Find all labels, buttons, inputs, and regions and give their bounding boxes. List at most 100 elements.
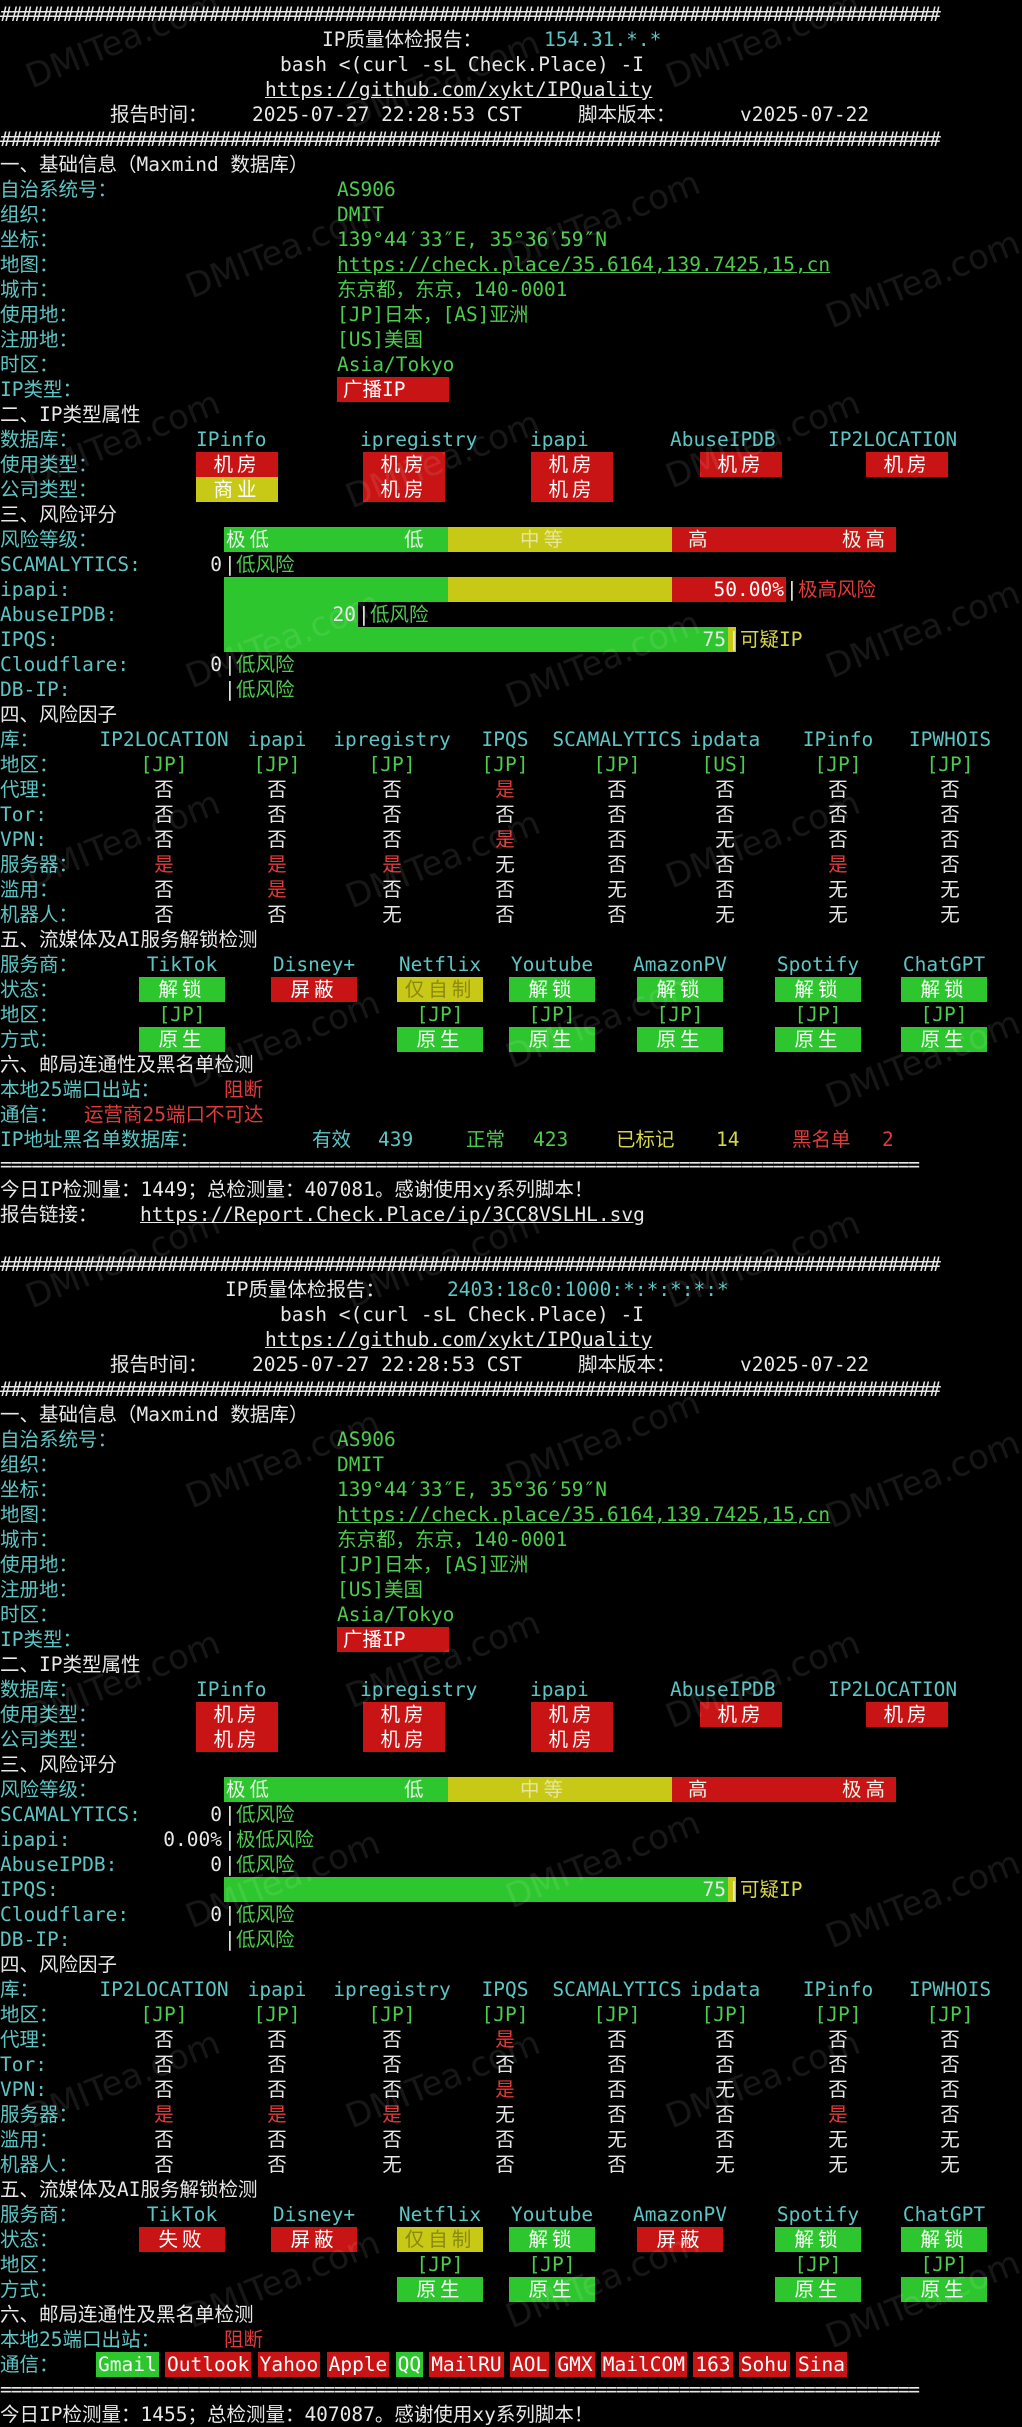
factor-cell: [JP] [593, 2003, 641, 2026]
factor-cell: 无 [715, 828, 735, 851]
factor-cell: 无 [940, 903, 960, 926]
db-name-3: AbuseIPDB [670, 428, 776, 451]
attr-company-row: 公司类型： 机房 机房 机房 [0, 1727, 1022, 1752]
command-text: bash <(curl -sL Check.Place) -I [280, 1303, 644, 1326]
factor-row-4: 服务器： 是 是 是 无 否 否 是 否 [0, 2102, 1022, 2127]
factor-cell: [JP] [926, 2003, 974, 2026]
stream-region-3: [JP] [528, 1003, 576, 1026]
factor-row-1: 代理： 否 否 否 是 否 否 否 否 [0, 777, 1022, 802]
stream-region-0: [JP] [158, 1003, 206, 1026]
stream-region-3: [JP] [528, 2253, 576, 2276]
attr-company-row: 公司类型： 商业 机房 机房 [0, 477, 1022, 502]
field-label: Tor: [0, 2053, 47, 2076]
company-badge-2: 机房 [531, 477, 613, 502]
stream-status-6: 解锁 [901, 2227, 987, 2252]
factor-row-3: VPN: 否 否 否 是 否 无 否 否 [0, 2077, 1022, 2102]
mail-provider-11: Sina [796, 2352, 847, 2377]
attr-usage-row: 使用类型： 机房 机房 机房 机房 机房 [0, 1702, 1022, 1727]
risk-ipqs-text: 可疑IP [740, 628, 803, 651]
field-label: 地区： [0, 2003, 59, 2026]
field-label: 自治系统号： [0, 178, 118, 201]
risk-abuse-text: 低风险 [236, 1853, 295, 1876]
factor-cell: 无 [382, 903, 402, 926]
risk-abuse-row: AbuseIPDB: 0 | 低风险 [0, 1852, 1022, 1877]
basic-city-value: 东京都，东京，140-0001 [337, 278, 568, 301]
company-badge-0: 商业 [196, 477, 278, 502]
risk-dbip-text: 低风险 [236, 678, 295, 701]
usage-badge-0: 机房 [196, 452, 278, 477]
factor-cell: 无 [828, 878, 848, 901]
risk-dbip-text: 低风险 [236, 1928, 295, 1951]
section-title: 一、基础信息（Maxmind 数据库） [0, 1403, 309, 1426]
field-label: 服务器： [0, 2103, 79, 2126]
mail-provider-6: AOL [510, 2352, 550, 2377]
factor-cell: 否 [495, 2153, 515, 2176]
factor-cell: 否 [495, 2128, 515, 2151]
basic-city-row: 城市： 东京都，东京，140-0001 [0, 1527, 1022, 1552]
field-label: 时区： [0, 1603, 59, 1626]
risk-abuse-value: 20 [332, 603, 356, 626]
repo-link[interactable]: https://github.com/xykt/IPQuality [265, 77, 652, 102]
factor-cell: 是 [267, 853, 287, 876]
stream-mode-2: 原生 [397, 2277, 483, 2302]
basic-use-row: 使用地： [JP]日本，[AS]亚洲 [0, 1552, 1022, 1577]
footer-count: 今日IP检测量：1449；总检测量：407081。感谢使用xy系列脚本！ [0, 1178, 594, 1201]
risk-abuse-text: 低风险 [370, 603, 429, 626]
section-title: 五、流媒体及AI服务解锁检测 [0, 2178, 258, 2201]
report-time: 2025-07-27 22:28:53 CST [252, 1353, 523, 1376]
field-label: 时区： [0, 353, 59, 376]
footer-count-row: 今日IP检测量：1449；总检测量：407081。感谢使用xy系列脚本！ [0, 1177, 1022, 1202]
field-label: 坐标： [0, 228, 59, 251]
repo-link[interactable]: https://github.com/xykt/IPQuality [265, 1327, 652, 1352]
command-text: bash <(curl -sL Check.Place) -I [280, 53, 644, 76]
stream-mode-5: 原生 [775, 1027, 861, 1052]
risk-cf-pipe: | [224, 1903, 236, 1926]
risk-cf-text: 低风险 [236, 653, 295, 676]
section-title: 二、IP类型属性 [0, 403, 141, 426]
footer-link[interactable]: https://Report.Check.Place/ip/3CC8VSLHL.… [140, 1202, 645, 1227]
blacklist-normal-label: 正常 [466, 1128, 506, 1151]
risk-level-label-0: 极低 [226, 1778, 274, 1801]
section-title: 五、流媒体及AI服务解锁检测 [0, 928, 258, 951]
factor-cell: 是 [495, 828, 515, 851]
mail-port-value: 阻断 [224, 2328, 264, 2351]
factor-cell: 否 [715, 878, 735, 901]
field-label: 公司类型： [0, 478, 98, 501]
script-version: v2025-07-22 [740, 103, 870, 126]
factor-cell: 否 [267, 2028, 287, 2051]
basic-map-value[interactable]: https://check.place/35.6164,139.7425,15,… [337, 1502, 830, 1527]
basic-use-value: [JP]日本，[AS]亚洲 [337, 303, 529, 326]
factor-cell: 是 [495, 2028, 515, 2051]
factor-cell: [JP] [926, 753, 974, 776]
risk-ipapi-row: ipapi: 50.00% | 极高风险 [0, 577, 1022, 602]
usage-badge-1: 机房 [363, 1702, 445, 1727]
factor-cell: 否 [495, 2053, 515, 2076]
footer-count: 今日IP检测量：1455；总检测量：407087。感谢使用xy系列脚本！ [0, 2403, 594, 2426]
factor-cell: 否 [607, 2153, 627, 2176]
field-label: 数据库： [0, 1678, 79, 1701]
mail-comm-row: 通信： Gmail Outlook Yahoo Apple QQ MailRU AOL GMX M… [0, 2352, 1022, 2377]
risk-level-label-0: 极低 [226, 528, 274, 551]
field-label: 状态： [0, 978, 59, 1001]
stream-status-0: 失败 [139, 2227, 225, 2252]
mail-provider-9: 163 [693, 2352, 733, 2377]
db-name-0: IPinfo [196, 1678, 267, 1701]
basic-reg-value: [US]美国 [337, 328, 423, 351]
basic-map-value[interactable]: https://check.place/35.6164,139.7425,15,… [337, 252, 830, 277]
risk-level-label-3: 高 [688, 1778, 712, 1801]
hash-line: ########################################… [0, 1378, 941, 1401]
db-name-4: IP2LOCATION [828, 1678, 958, 1701]
factor-cell: 否 [382, 828, 402, 851]
factor-cell: 无 [828, 2128, 848, 2151]
basic-asn-row: 自治系统号： AS906 [0, 1427, 1022, 1452]
basic-reg-row: 注册地： [US]美国 [0, 327, 1022, 352]
stream-status-2: 仅自制 [397, 2227, 483, 2252]
report-repo: https://github.com/xykt/IPQuality [0, 1327, 1022, 1352]
field-label: 风险等级： [0, 528, 98, 551]
factor-cell: 否 [495, 903, 515, 926]
mail-provider-0: Gmail [96, 2352, 159, 2377]
field-label: IPQS: [0, 628, 59, 651]
field-label: 方式： [0, 2278, 59, 2301]
factor-cell: 否 [154, 2128, 174, 2151]
separator-line: ########################################… [0, 1252, 1022, 1277]
